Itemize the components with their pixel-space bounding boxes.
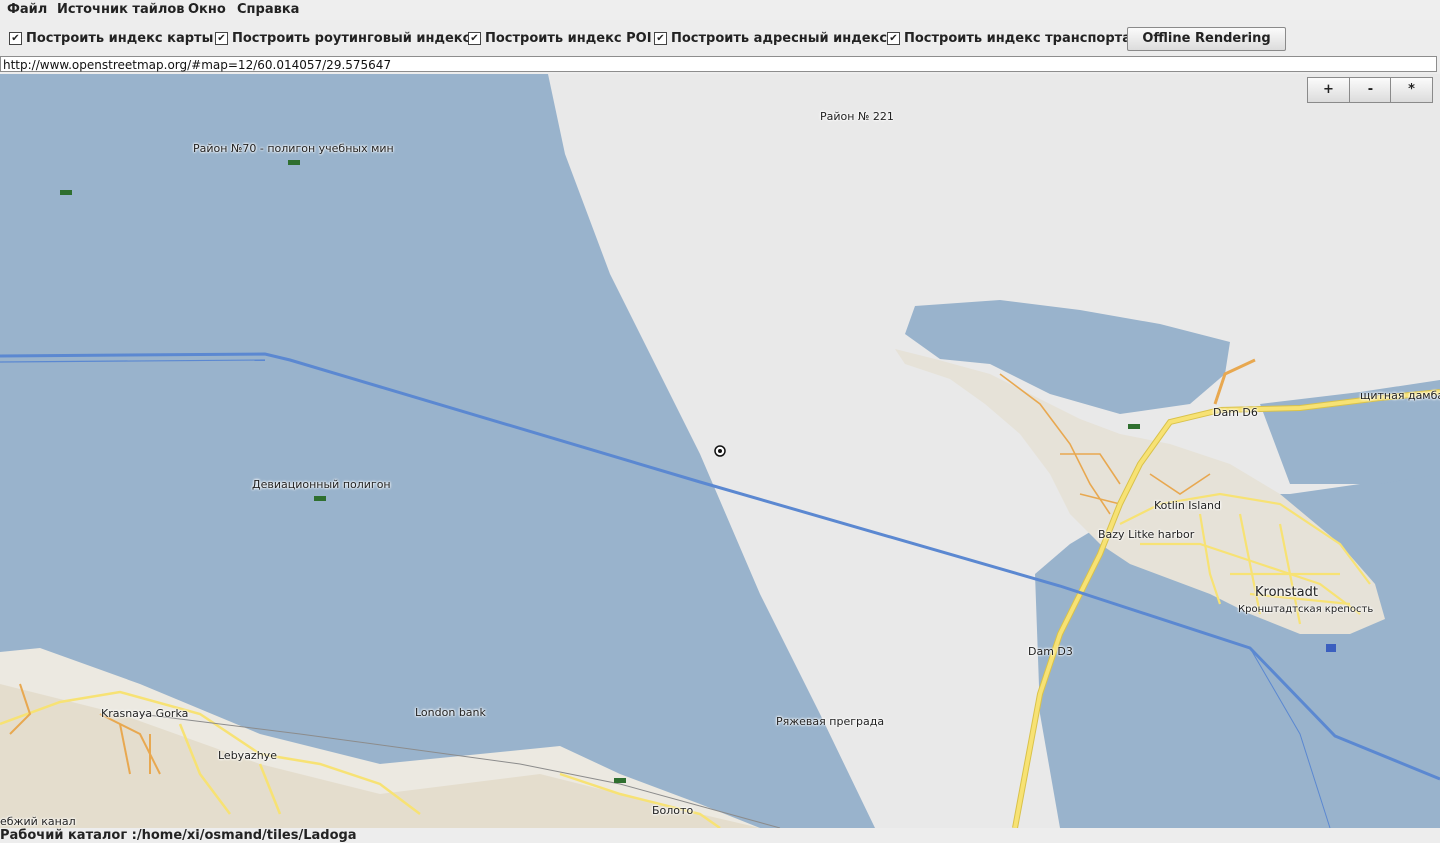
checkbox-poi-index[interactable]: ✔ Построить индекс POI (468, 31, 652, 46)
checkbox-checked-icon[interactable]: ✔ (887, 32, 900, 45)
map-label: Lebyazhye (218, 749, 277, 762)
map-label: Кронштадтская крепость (1238, 604, 1374, 615)
map-label: London bank (415, 706, 486, 719)
checkbox-checked-icon[interactable]: ✔ (215, 32, 228, 45)
map-label: ебжий канал (0, 815, 76, 828)
zoom-reset-button[interactable]: * (1390, 77, 1433, 103)
military-poi-icon (60, 190, 72, 195)
map-canvas[interactable] (0, 74, 1440, 828)
checkbox-checked-icon[interactable]: ✔ (468, 32, 481, 45)
checkbox-address-index[interactable]: ✔ Построить адресный индекс (654, 31, 887, 46)
military-poi-icon (1128, 424, 1140, 429)
offline-rendering-button[interactable]: Offline Rendering (1127, 27, 1286, 51)
map-label: Девиационный полигон (252, 478, 391, 491)
checkbox-label: Построить индекс POI (485, 31, 652, 46)
map-view[interactable]: Район № 221 Район №70 - полигон учебных … (0, 74, 1440, 828)
map-label: Район №70 - полигон учебных мин (193, 142, 394, 155)
zoom-out-button[interactable]: - (1349, 77, 1392, 103)
map-label: щитная дамба (1360, 389, 1440, 402)
menu-file[interactable]: Файл (7, 2, 47, 17)
menu-bar: Файл Источник тайлов Окно Справка (0, 0, 1440, 21)
map-label: Болото (652, 804, 694, 817)
military-poi-icon (314, 496, 326, 501)
menu-tile-source[interactable]: Источник тайлов (57, 2, 185, 17)
map-label: Dam D6 (1213, 406, 1258, 419)
map-label: Kronstadt (1255, 585, 1318, 600)
checkbox-transport-index[interactable]: ✔ Построить индекс транспорта (887, 31, 1131, 46)
checkbox-map-index[interactable]: ✔ Построить индекс карты (9, 31, 213, 46)
checkbox-routing-index[interactable]: ✔ Построить роутинговый индекс (215, 31, 470, 46)
zoom-in-button[interactable]: + (1307, 77, 1350, 103)
military-poi-icon (288, 160, 300, 165)
map-label: Bazy Litke harbor (1098, 528, 1195, 541)
map-label: Dam D3 (1028, 645, 1073, 658)
url-field[interactable]: http://www.openstreetmap.org/#map=12/60.… (0, 56, 1437, 72)
toolbar: ✔ Построить индекс карты ✔ Построить роу… (0, 20, 1440, 56)
map-label: Krasnaya Gorka (101, 707, 189, 720)
checkbox-label: Построить адресный индекс (671, 31, 888, 46)
checkbox-label: Построить индекс транспорта (904, 31, 1131, 46)
checkbox-checked-icon[interactable]: ✔ (654, 32, 667, 45)
ship-poi-icon (1326, 644, 1336, 652)
menu-window[interactable]: Окно (188, 2, 226, 17)
map-label: Kotlin Island (1154, 499, 1222, 512)
menu-help[interactable]: Справка (237, 2, 299, 17)
status-bar: Рабочий каталог :/home/xi/osmand/tiles/L… (0, 828, 1440, 843)
map-label: Район № 221 (820, 110, 894, 123)
checkbox-checked-icon[interactable]: ✔ (9, 32, 22, 45)
checkbox-label: Построить роутинговый индекс (232, 31, 471, 46)
checkbox-label: Построить индекс карты (26, 31, 214, 46)
map-label: Ряжевая преграда (776, 715, 885, 728)
military-poi-icon (614, 778, 626, 783)
